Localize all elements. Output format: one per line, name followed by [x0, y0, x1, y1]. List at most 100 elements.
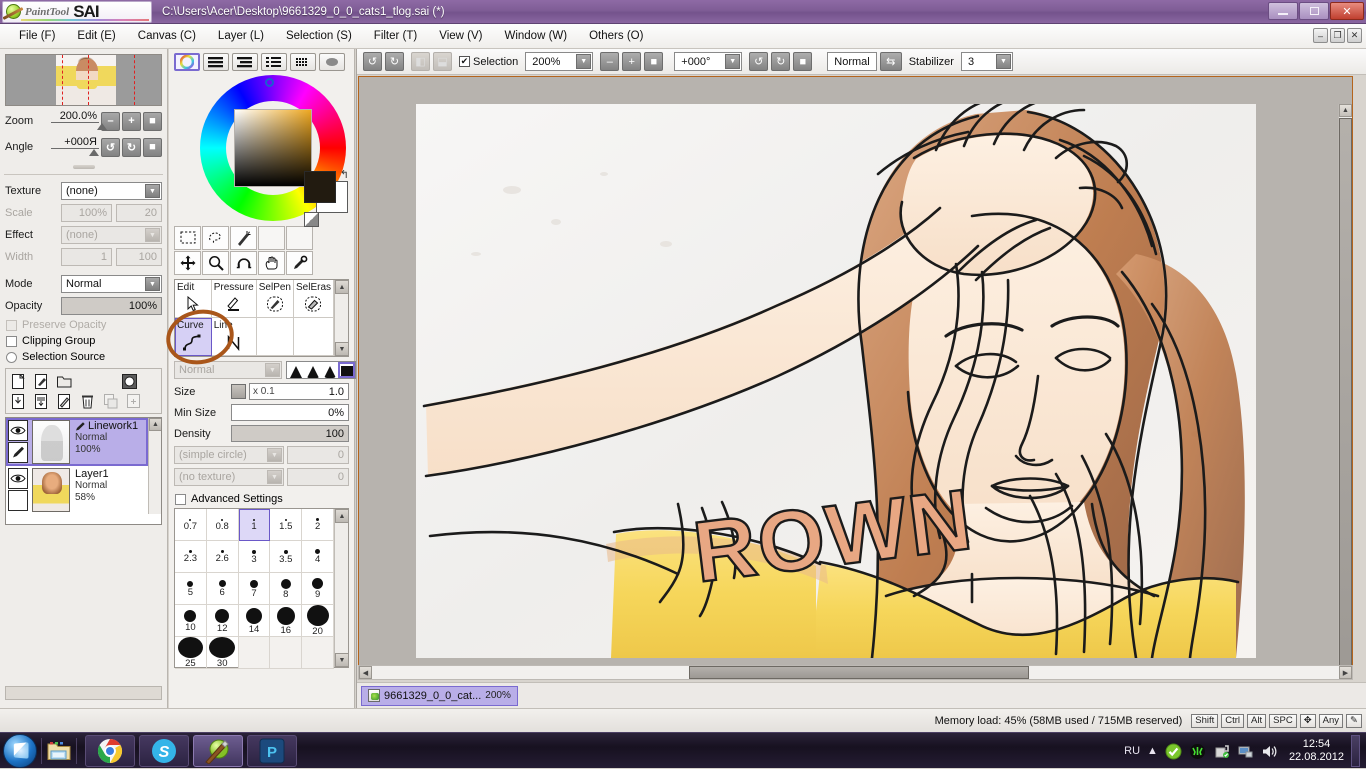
rotate-reset-button[interactable]: ■	[143, 137, 162, 157]
zoom-out-icon[interactable]: –	[600, 52, 620, 71]
razer-icon[interactable]	[1189, 743, 1206, 760]
stabilizer-select[interactable]: 3 ▼	[960, 52, 1013, 71]
chevron-down-icon[interactable]: ▼	[267, 448, 282, 462]
document-tab[interactable]: 9661329_0_0_cat... 200%	[361, 685, 518, 706]
size-preset-12[interactable]: 12	[206, 605, 239, 637]
blend-mode-select[interactable]: Normal ▼	[61, 275, 162, 293]
photoshop-icon[interactable]: P	[247, 734, 297, 767]
mdi-restore-button[interactable]: ❐	[1330, 28, 1345, 43]
eyedropper-icon[interactable]	[286, 251, 313, 275]
size-preset-25[interactable]: 25	[175, 637, 207, 669]
hard-triangle-preset[interactable]	[321, 362, 338, 378]
menu-canvas[interactable]: Canvas (C)	[127, 27, 207, 45]
tray-language[interactable]: RU	[1124, 745, 1140, 757]
brush-blend-mode-select[interactable]: Normal ▼	[174, 361, 282, 379]
chevron-down-icon[interactable]: ▼	[725, 54, 741, 69]
tool-selpen[interactable]: SelPen	[256, 280, 294, 318]
medium-triangle-preset[interactable]	[304, 362, 321, 378]
layer-row-layer1[interactable]: Layer1 Normal 58%	[6, 466, 148, 514]
mdi-close-button[interactable]: ✕	[1347, 28, 1362, 43]
layer-list-scrollbar[interactable]: ▲	[148, 418, 161, 514]
size-preset-5[interactable]: 5	[175, 573, 207, 605]
menu-filter[interactable]: Filter (T)	[363, 27, 428, 45]
chevron-down-icon[interactable]: ▼	[145, 277, 160, 291]
redo-icon[interactable]: ↻	[385, 52, 404, 71]
canvas-zoom-select[interactable]: 200% ▼	[525, 52, 594, 71]
brush-texture-select[interactable]: (no texture) ▼	[174, 468, 284, 486]
size-preset-2.6[interactable]: 2.6	[206, 541, 239, 573]
new-folder-button[interactable]	[54, 371, 75, 391]
hsv-sliders-icon[interactable]	[232, 53, 258, 71]
min-size-slider[interactable]: 0%	[231, 404, 349, 421]
menu-edit[interactable]: Edit (E)	[66, 27, 126, 45]
menu-layer[interactable]: Layer (L)	[207, 27, 275, 45]
tool-empty-1[interactable]	[258, 226, 285, 250]
chevron-down-icon[interactable]: ▼	[265, 363, 280, 377]
menu-window[interactable]: Window (W)	[493, 27, 578, 45]
density-slider[interactable]: 100	[231, 425, 349, 442]
zoom-in-button[interactable]: +	[122, 111, 141, 131]
windows-start-orb[interactable]	[3, 733, 37, 768]
scroll-down-button[interactable]: ▼	[335, 342, 349, 356]
soft-triangle-preset[interactable]	[287, 362, 304, 378]
view-mode-field[interactable]: Normal	[827, 52, 877, 71]
effect-select[interactable]: (none) ▼	[61, 226, 162, 244]
rgb-sliders-icon[interactable]	[203, 53, 229, 71]
swatch-grid-icon[interactable]	[290, 53, 316, 71]
scroll-up-button[interactable]: ▲	[1339, 104, 1352, 117]
size-preset-empty-3[interactable]	[302, 637, 334, 669]
zoom-slider-knob[interactable]	[97, 122, 107, 130]
size-preset-6[interactable]: 6	[206, 573, 239, 605]
chrome-icon[interactable]	[85, 734, 135, 767]
new-linework-layer-button[interactable]	[31, 371, 52, 391]
tool-seleras[interactable]: SelEras	[293, 280, 334, 318]
close-button[interactable]: ✕	[1330, 2, 1364, 20]
undo-icon[interactable]: ↺	[363, 52, 382, 71]
show-hidden-icons[interactable]: ▲	[1147, 745, 1158, 757]
size-preset-2[interactable]: 2	[302, 509, 334, 541]
menu-view[interactable]: View (V)	[428, 27, 493, 45]
size-preset-10[interactable]: 10	[175, 605, 207, 637]
size-preset-1.5[interactable]: 1.5	[270, 509, 303, 541]
color-list-icon[interactable]	[261, 53, 287, 71]
size-preset-30[interactable]: 30	[206, 637, 239, 669]
menu-others[interactable]: Others (O)	[578, 27, 654, 45]
chevron-down-icon[interactable]: ▼	[995, 54, 1011, 69]
delete-layer-button[interactable]	[77, 391, 98, 411]
size-preset-4[interactable]: 4	[302, 541, 334, 573]
transparent-color-swatch[interactable]	[304, 212, 319, 227]
scroll-down-button[interactable]: ▼	[335, 653, 349, 667]
layer-row-linework1[interactable]: Linework1 Normal 100%	[6, 418, 148, 466]
size-preset-20[interactable]: 20	[302, 605, 334, 637]
menu-file[interactable]: File (F)	[8, 27, 66, 45]
layer-list-bottom-scroll[interactable]	[5, 686, 162, 700]
layer-list[interactable]: Linework1 Normal 100% Layer1 Normal 58% …	[5, 417, 162, 525]
preserve-opacity-row[interactable]: Preserve Opacity	[0, 317, 167, 333]
new-layer-button[interactable]	[8, 371, 29, 391]
size-preset-9[interactable]: 9	[302, 573, 334, 605]
tool-pressure[interactable]: Pressure	[211, 280, 257, 318]
layer-select-pen-icon[interactable]	[8, 442, 28, 463]
scroll-up-button[interactable]: ▲	[335, 509, 349, 523]
safely-remove-icon[interactable]	[1213, 743, 1230, 760]
navigator-thumbnail[interactable]	[5, 54, 162, 106]
canvas-viewport[interactable]: ROWN ▲	[358, 76, 1353, 680]
chevron-down-icon[interactable]: ▼	[145, 184, 160, 198]
hue-marker[interactable]	[264, 78, 274, 87]
rotate-right-button[interactable]: ↻	[122, 137, 141, 157]
chevron-down-icon[interactable]: ▼	[267, 470, 282, 484]
minimize-button[interactable]	[1268, 2, 1298, 20]
angle-slider[interactable]: +000Я	[51, 136, 99, 156]
tool-slot-empty-1[interactable]	[256, 318, 294, 356]
foreground-color-swatch[interactable]	[304, 171, 336, 203]
rect-select-icon[interactable]	[174, 226, 201, 250]
layer-visibility-toggle[interactable]	[8, 420, 28, 441]
zoom-reset-button[interactable]: ■	[143, 111, 162, 131]
texture-select[interactable]: (none) ▼	[61, 182, 162, 200]
size-preset-1[interactable]: 1	[238, 509, 271, 541]
rotate-icon[interactable]	[230, 251, 257, 275]
merge-visible-button[interactable]	[31, 391, 52, 411]
scroll-right-button[interactable]: ▶	[1339, 666, 1352, 679]
size-preset-empty-1[interactable]	[238, 637, 271, 669]
size-preset-8[interactable]: 8	[270, 573, 303, 605]
